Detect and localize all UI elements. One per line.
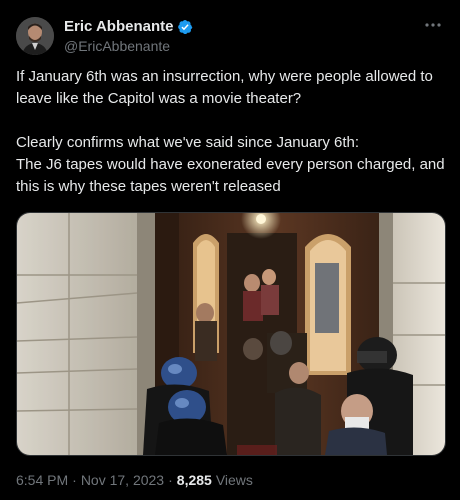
views-label: Views: [215, 472, 253, 488]
tweet-meta: 6:54 PM · Nov 17, 2023 · 8,285 Views: [16, 472, 253, 488]
avatar[interactable]: [16, 17, 54, 55]
more-options-icon[interactable]: [422, 16, 444, 34]
tweet-paragraph-3: The J6 tapes would have exonerated every…: [16, 156, 445, 195]
views-count: 8,285: [176, 472, 212, 488]
tweet: Eric Abbenante @EricAbbenante If January…: [0, 0, 460, 500]
avatar-image: [16, 17, 54, 55]
media-photo: [17, 213, 445, 455]
tweet-date[interactable]: Nov 17, 2023: [81, 472, 164, 488]
tweet-paragraph-1: If January 6th was an insurrection, why …: [16, 68, 433, 107]
tweet-text: If January 6th was an insurrection, why …: [16, 66, 446, 198]
handle[interactable]: @EricAbbenante: [64, 38, 193, 54]
verified-badge-icon[interactable]: [177, 19, 193, 35]
display-name-row: Eric Abbenante: [64, 18, 193, 35]
tweet-paragraph-2: Clearly confirms what we've said since J…: [16, 134, 360, 151]
meta-separator: ·: [72, 472, 77, 488]
tweet-media-image[interactable]: [16, 212, 446, 456]
author-block: Eric Abbenante @EricAbbenante: [64, 18, 193, 54]
display-name[interactable]: Eric Abbenante: [64, 18, 173, 35]
meta-separator-2: ·: [168, 472, 173, 488]
tweet-time[interactable]: 6:54 PM: [16, 472, 68, 488]
